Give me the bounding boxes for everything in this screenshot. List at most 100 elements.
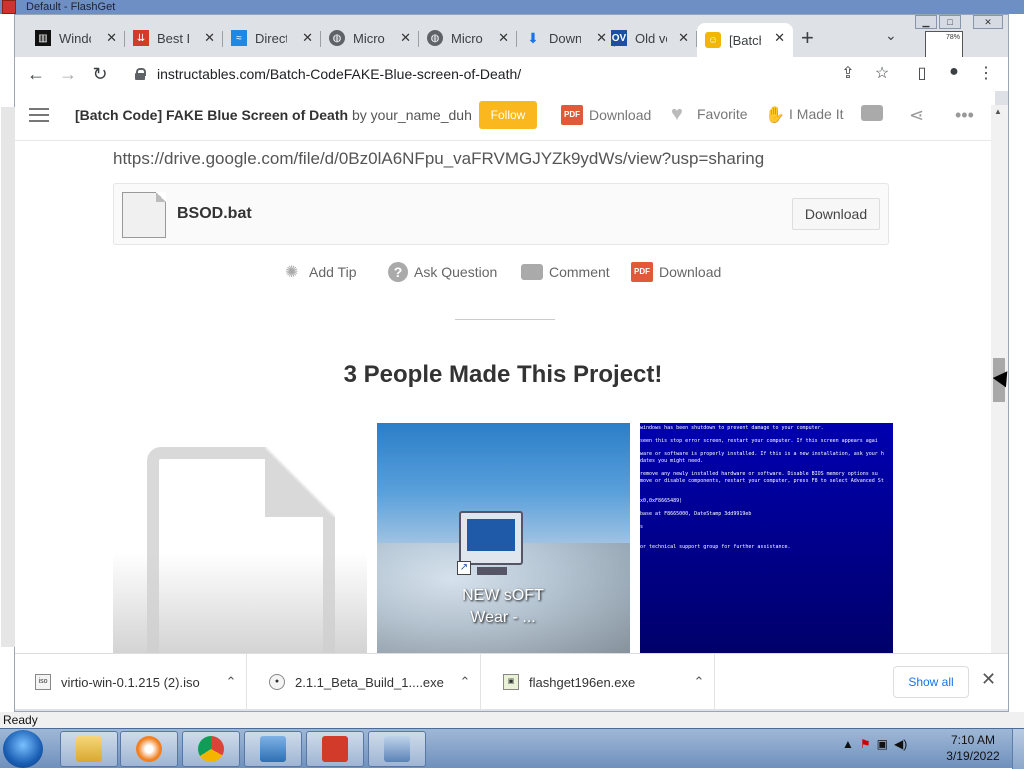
share-icon[interactable]: ⇪: [837, 63, 859, 83]
close-icon[interactable]: ✕: [774, 30, 785, 46]
chevron-up-icon[interactable]: ⌃: [684, 674, 714, 690]
favorite-label: Favorite: [697, 106, 748, 122]
desktop-icon-label-line-1: NEW sOFT: [462, 587, 544, 604]
reload-button[interactable]: ↻: [89, 63, 111, 85]
profile-icon[interactable]: ●: [943, 63, 965, 81]
bookmark-star-icon[interactable]: ☆: [871, 63, 893, 83]
download-item-2[interactable]: ● 2.1.1_Beta_Build_1....exe ⌃: [249, 654, 481, 710]
section-divider: [455, 319, 555, 320]
chrome-icon: [198, 736, 224, 762]
tab-old-ve[interactable]: OV Old ve ✕: [603, 23, 697, 53]
globe-icon: ◍: [329, 30, 345, 46]
comments-icon[interactable]: [861, 105, 889, 121]
download-item-3[interactable]: ▣ flashget196en.exe ⌃: [483, 654, 715, 710]
favorite-button[interactable]: ♥ Favorite: [671, 104, 748, 124]
tab-micro-2[interactable]: ◍ Micro ✕: [419, 23, 517, 53]
taskbar-chrome[interactable]: [182, 731, 240, 767]
taskbar-clock[interactable]: 7:10 AM 3/19/2022: [940, 732, 1006, 764]
show-desktop-button[interactable]: [1012, 729, 1024, 769]
iso-file-icon: iso: [35, 674, 51, 690]
tab-best-d[interactable]: ⇊ Best D ✕: [125, 23, 223, 53]
forward-button[interactable]: →: [57, 63, 79, 85]
lock-icon: [135, 68, 146, 80]
tab-search-chevron-icon[interactable]: ⌄: [885, 27, 897, 44]
header-download-button[interactable]: PDF Download: [561, 105, 651, 125]
page-viewport: [Batch Code] FAKE Blue Screen of Death b…: [15, 91, 995, 653]
thumb-shade: [113, 553, 367, 653]
comment-button[interactable]: Comment: [521, 259, 610, 285]
taskbar-control-panel[interactable]: [244, 731, 302, 767]
menu-kebab-icon[interactable]: ⋮: [975, 63, 997, 83]
close-icon[interactable]: ✕: [498, 30, 509, 46]
share-network-icon[interactable]: ⋖: [909, 105, 924, 126]
tab-direct[interactable]: ≈ Direct ✕: [223, 23, 321, 53]
tab-down[interactable]: ⬇ Down ✕: [517, 23, 615, 53]
add-tip-button[interactable]: ✺ Add Tip: [285, 259, 356, 285]
file-download-button[interactable]: Download: [792, 198, 880, 230]
volume-icon[interactable]: ◀): [894, 737, 907, 751]
close-icon[interactable]: ✕: [400, 30, 411, 46]
file-attachment-card: BSOD.bat Download: [113, 183, 889, 245]
show-all-button[interactable]: Show all: [893, 666, 969, 698]
download-item-1[interactable]: iso virtio-win-0.1.215 (2).iso ⌃: [15, 654, 247, 710]
download-arrow-icon: ⇊: [133, 30, 149, 46]
chevron-up-icon[interactable]: ⌃: [450, 674, 480, 690]
download-name: virtio-win-0.1.215 (2).iso: [61, 674, 200, 690]
network-icon[interactable]: ▣: [877, 737, 888, 751]
taskbar-explorer[interactable]: [60, 731, 118, 767]
download-pdf-button[interactable]: PDF Download: [631, 259, 721, 285]
scroll-up-icon[interactable]: ▲: [994, 107, 1002, 116]
tab-micro-1[interactable]: ◍ Micro ✕: [321, 23, 419, 53]
chevron-up-icon[interactable]: ⌃: [216, 674, 246, 690]
close-icon[interactable]: ✕: [106, 30, 117, 46]
hamburger-menu-icon[interactable]: [29, 108, 49, 122]
question-icon: ?: [388, 262, 408, 282]
browser-window: ▥ Windo ✕ ⇊ Best D ✕ ≈ Direct ✕ ◍ Micro …: [1, 14, 1009, 712]
start-button[interactable]: [3, 730, 43, 768]
bsod-text: windows has been shutdown to prevent dam…: [640, 425, 884, 550]
author-byline[interactable]: by your_name_duh: [352, 107, 472, 123]
drive-link[interactable]: https://drive.google.com/file/d/0Bz0lA6N…: [113, 149, 764, 169]
add-tip-label: Add Tip: [309, 264, 357, 280]
address-bar[interactable]: instructables.com/Batch-CodeFAKE-Blue-sc…: [125, 60, 905, 88]
gallery-thumb-placeholder[interactable]: [113, 423, 367, 653]
more-options-icon[interactable]: •••: [955, 105, 974, 126]
follow-button[interactable]: Follow: [479, 101, 537, 129]
monitor-stand: [477, 567, 507, 575]
gallery-thumb-bsod[interactable]: windows has been shutdown to prevent dam…: [640, 423, 893, 653]
network-app-icon: [384, 736, 410, 762]
tab-label: Old ve: [635, 30, 667, 46]
close-icon[interactable]: ✕: [302, 30, 313, 46]
download-icon: ⬇: [527, 29, 539, 46]
file-icon: [122, 192, 166, 238]
url-text: instructables.com/Batch-CodeFAKE-Blue-sc…: [157, 66, 522, 82]
tab-label: Windo: [59, 30, 91, 46]
minimize-button[interactable]: ▁: [915, 15, 937, 29]
tab-batch-active[interactable]: ☺ [Batch ✕: [697, 23, 793, 57]
maximize-button[interactable]: □: [939, 15, 961, 29]
ask-question-button[interactable]: ? Ask Question: [388, 259, 497, 285]
side-panel-icon[interactable]: ▯: [911, 63, 933, 83]
taskbar-media-player[interactable]: [120, 731, 178, 767]
close-icon[interactable]: ✕: [678, 30, 689, 46]
download-name: 2.1.1_Beta_Build_1....exe: [295, 674, 444, 690]
tray-expand-icon[interactable]: ▲: [842, 737, 854, 751]
action-center-icon[interactable]: ⚑: [860, 737, 871, 751]
close-shelf-icon[interactable]: ✕: [981, 669, 996, 690]
close-icon[interactable]: ✕: [204, 30, 215, 46]
taskbar-network-app[interactable]: [368, 731, 426, 767]
tab-label: Down: [549, 30, 581, 46]
made-this-heading: 3 People Made This Project!: [343, 361, 663, 388]
tab-windows[interactable]: ▥ Windo ✕: [27, 23, 125, 53]
close-window-button[interactable]: ✕: [973, 15, 1003, 29]
app-window-titlebar: Default - FlashGet: [0, 0, 1024, 14]
new-tab-button[interactable]: +: [801, 25, 814, 51]
taskbar-flashget[interactable]: [306, 731, 364, 767]
app-window-title: Default - FlashGet: [26, 1, 116, 13]
clock-time: 7:10 AM: [950, 733, 996, 747]
gallery-thumb-desktop[interactable]: ↗ NEW sOFT Wear - ...: [377, 423, 630, 653]
museum-icon: ▥: [35, 30, 51, 46]
i-made-it-button[interactable]: ✋ I Made It: [765, 105, 843, 124]
back-button[interactable]: ←: [25, 63, 47, 85]
tab-label: [Batch: [729, 32, 761, 48]
